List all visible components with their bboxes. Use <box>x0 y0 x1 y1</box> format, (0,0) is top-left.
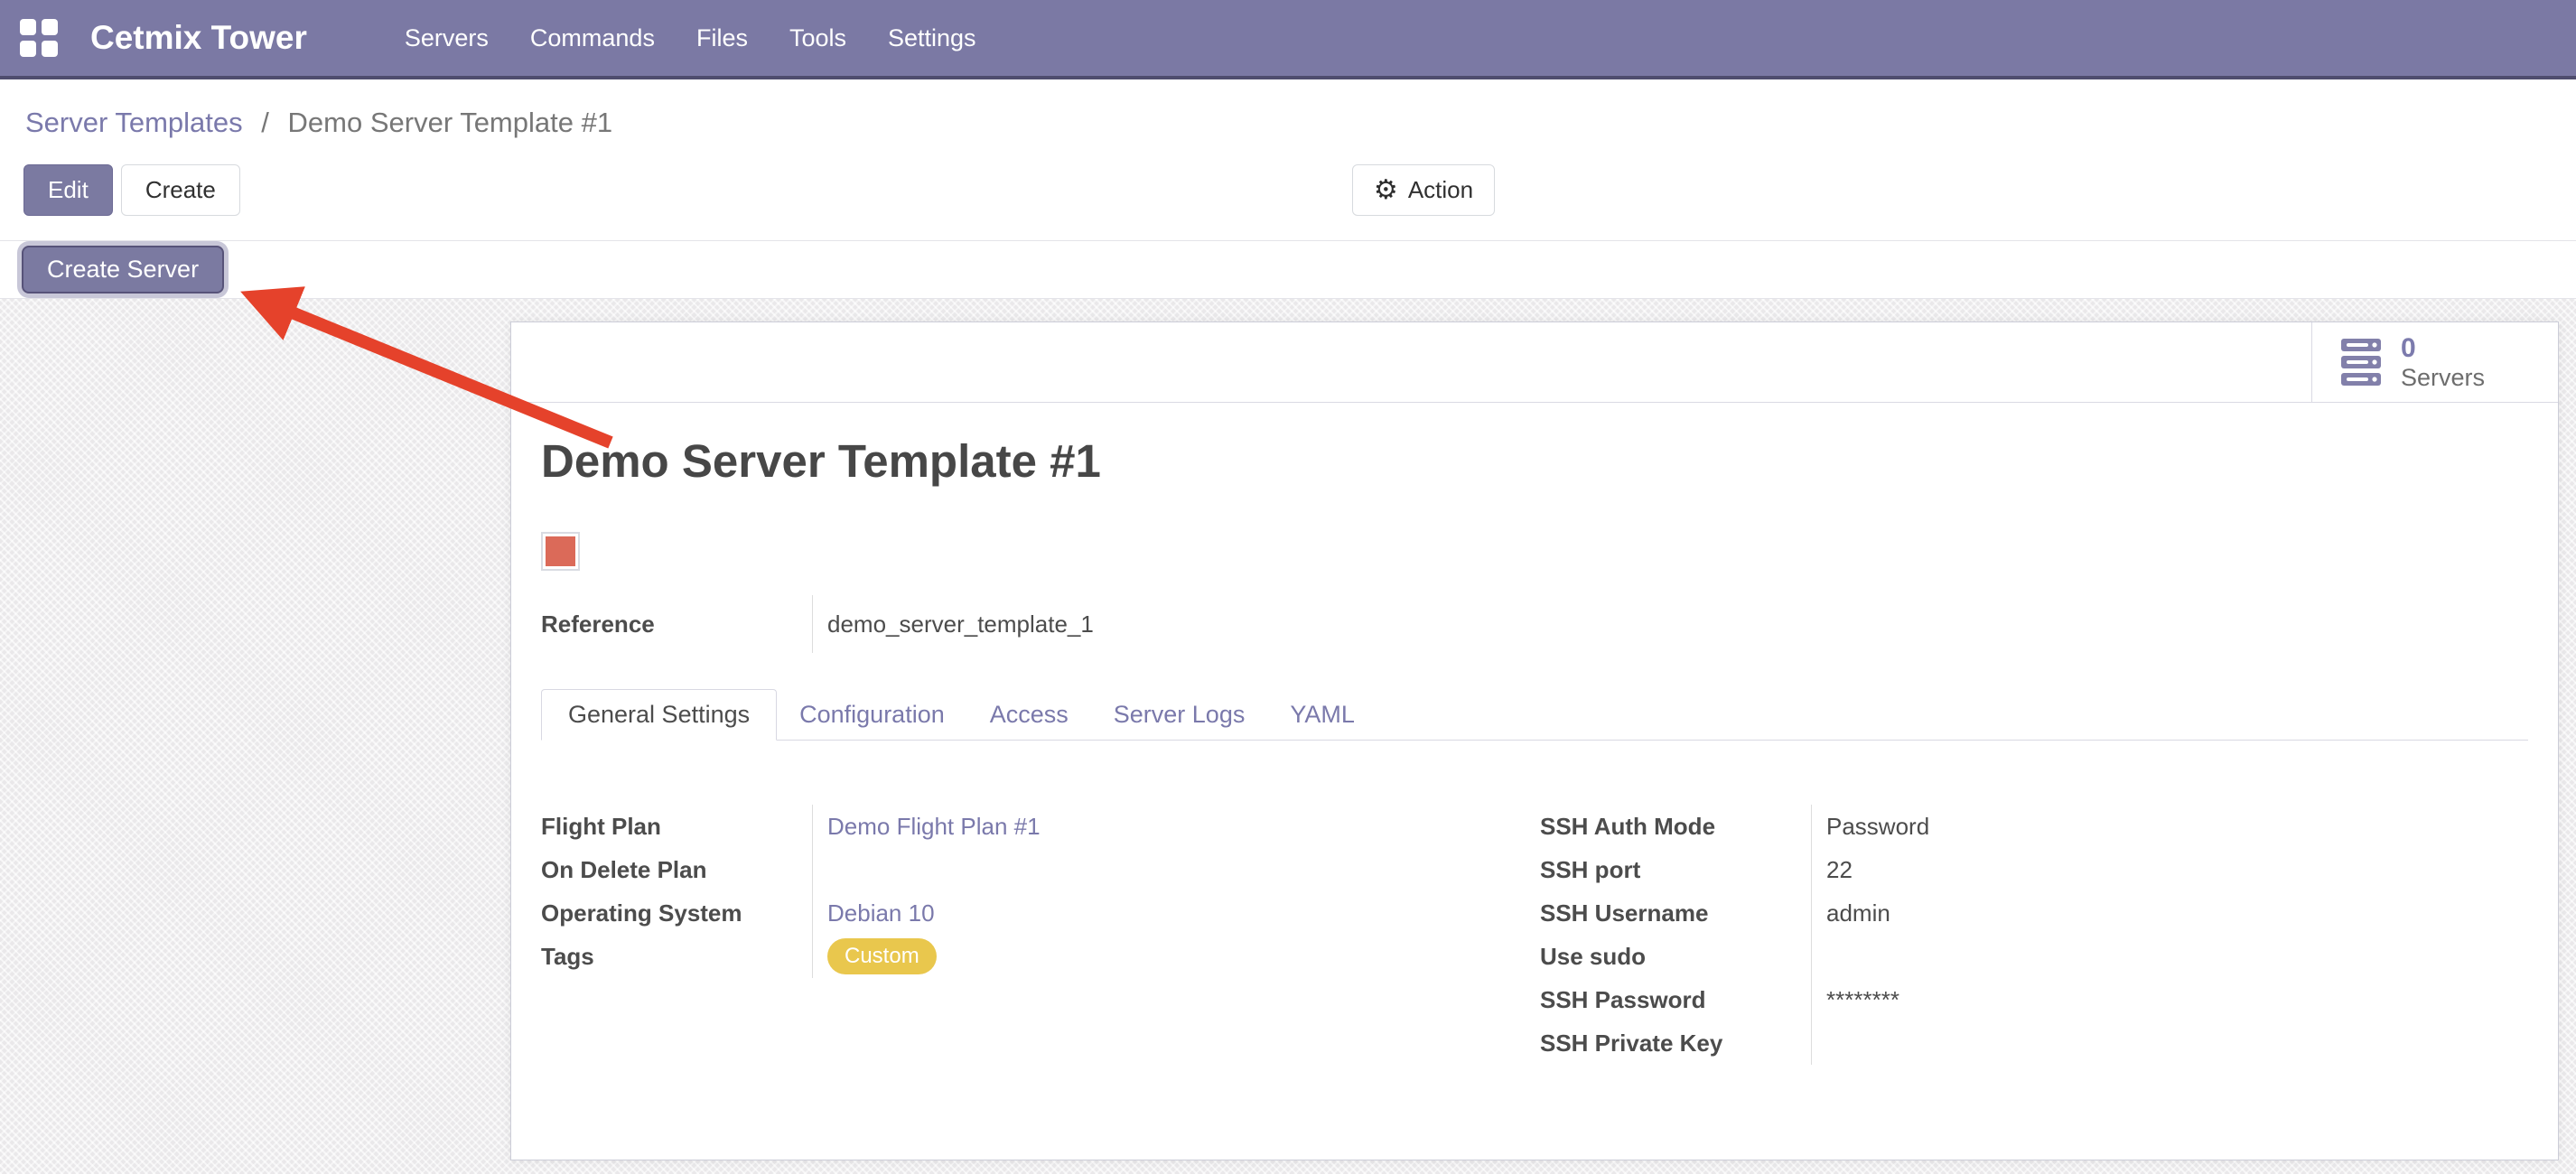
on-delete-plan-value <box>812 848 1500 891</box>
reference-row: Reference demo_server_template_1 <box>541 595 1354 653</box>
ssh-auth-mode-value: Password <box>1811 805 2528 848</box>
navbar-menu: Servers Commands Files Tools Settings <box>405 24 976 52</box>
ssh-port-value: 22 <box>1811 848 2528 891</box>
button-box: 0 Servers <box>511 322 2558 403</box>
nav-item-commands[interactable]: Commands <box>530 24 655 52</box>
apps-grid-icon[interactable] <box>20 19 58 57</box>
field-row-operating-system: Operating System Debian 10 <box>541 891 1500 935</box>
field-groups: Flight Plan Demo Flight Plan #1 On Delet… <box>541 805 2528 1065</box>
nav-item-tools[interactable]: Tools <box>789 24 846 52</box>
field-row-on-delete-plan: On Delete Plan <box>541 848 1500 891</box>
breadcrumb-server-templates[interactable]: Server Templates <box>25 107 243 138</box>
reference-value: demo_server_template_1 <box>812 595 1354 653</box>
control-panel: Server Templates / Demo Server Template … <box>0 79 2576 241</box>
use-sudo-label: Use sudo <box>1540 943 1811 971</box>
create-server-button[interactable]: Create Server <box>22 246 224 294</box>
tag-badge-custom: Custom <box>827 938 937 974</box>
ssh-password-value: ******** <box>1811 978 2528 1021</box>
ssh-password-label: SSH Password <box>1540 986 1811 1014</box>
create-server-strip: Create Server <box>0 241 2576 299</box>
stat-text: 0 Servers <box>2401 333 2485 391</box>
page: Cetmix Tower Servers Commands Files Tool… <box>0 0 2576 1174</box>
top-navbar: Cetmix Tower Servers Commands Files Tool… <box>0 0 2576 79</box>
color-swatch <box>541 532 580 571</box>
servers-count: 0 <box>2401 333 2416 364</box>
use-sudo-value <box>1811 935 2528 978</box>
ssh-port-label: SSH port <box>1540 856 1811 884</box>
servers-label: Servers <box>2401 364 2485 391</box>
breadcrumb: Server Templates / Demo Server Template … <box>25 103 612 143</box>
server-template-sheet: 0 Servers Demo Server Template #1 Refere… <box>510 321 2559 1160</box>
on-delete-plan-label: On Delete Plan <box>541 856 812 884</box>
server-stack-icon <box>2339 337 2385 387</box>
tabs: General Settings Configuration Access Se… <box>541 689 2528 741</box>
flight-plan-label: Flight Plan <box>541 813 812 841</box>
operating-system-label: Operating System <box>541 899 812 927</box>
field-row-tags: Tags Custom <box>541 935 1500 978</box>
action-button-label: Action <box>1408 176 1473 204</box>
gear-icon: ⚙ <box>1374 177 1398 204</box>
action-button[interactable]: ⚙ Action <box>1352 164 1495 216</box>
page-title: Demo Server Template #1 <box>541 434 1101 488</box>
reference-label: Reference <box>541 610 812 638</box>
nav-item-servers[interactable]: Servers <box>405 24 489 52</box>
create-button[interactable]: Create <box>121 164 240 216</box>
ssh-username-label: SSH Username <box>1540 899 1811 927</box>
ssh-username-value: admin <box>1811 891 2528 935</box>
servers-stat-button[interactable]: 0 Servers <box>2311 322 2558 402</box>
operating-system-link[interactable]: Debian 10 <box>827 899 935 927</box>
field-row-ssh-auth-mode: SSH Auth Mode Password <box>1540 805 2528 848</box>
field-row-ssh-password: SSH Password ******** <box>1540 978 2528 1021</box>
brand-link[interactable]: Cetmix Tower <box>90 19 307 57</box>
edit-button[interactable]: Edit <box>23 164 113 216</box>
content-area: 0 Servers Demo Server Template #1 Refere… <box>0 299 2576 1174</box>
ssh-private-key-value <box>1811 1021 2528 1065</box>
field-row-ssh-username: SSH Username admin <box>1540 891 2528 935</box>
ssh-auth-mode-label: SSH Auth Mode <box>1540 813 1811 841</box>
right-field-group: SSH Auth Mode Password SSH port 22 SSH U… <box>1540 805 2528 1065</box>
ssh-private-key-label: SSH Private Key <box>1540 1030 1811 1058</box>
control-panel-buttons: Edit Create <box>23 164 240 216</box>
nav-item-files[interactable]: Files <box>696 24 748 52</box>
nav-item-settings[interactable]: Settings <box>888 24 976 52</box>
field-row-use-sudo: Use sudo <box>1540 935 2528 978</box>
field-row-ssh-private-key: SSH Private Key <box>1540 1021 2528 1065</box>
field-row-flight-plan: Flight Plan Demo Flight Plan #1 <box>541 805 1500 848</box>
tab-configuration[interactable]: Configuration <box>777 689 967 740</box>
tab-access[interactable]: Access <box>967 689 1091 740</box>
tab-server-logs[interactable]: Server Logs <box>1091 689 1268 740</box>
tab-yaml[interactable]: YAML <box>1267 689 1377 740</box>
tags-label: Tags <box>541 943 812 971</box>
left-field-group: Flight Plan Demo Flight Plan #1 On Delet… <box>541 805 1500 1065</box>
breadcrumb-separator: / <box>261 107 269 138</box>
field-row-ssh-port: SSH port 22 <box>1540 848 2528 891</box>
tab-general-settings[interactable]: General Settings <box>541 689 777 741</box>
flight-plan-link[interactable]: Demo Flight Plan #1 <box>827 813 1041 841</box>
breadcrumb-current: Demo Server Template #1 <box>288 107 613 138</box>
